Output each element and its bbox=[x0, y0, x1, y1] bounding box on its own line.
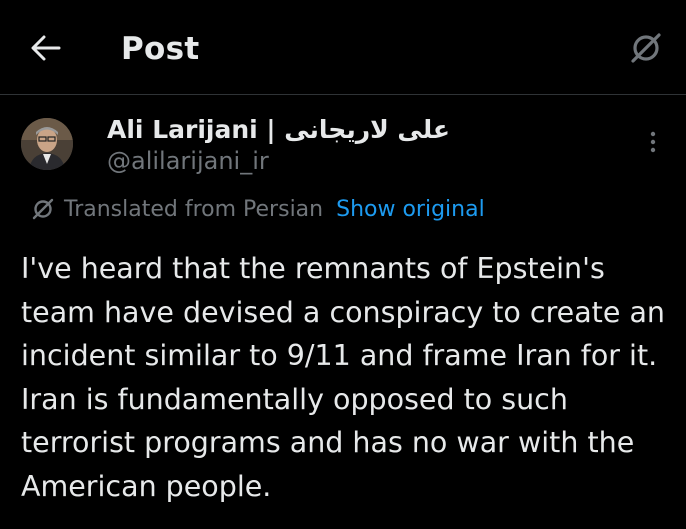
top-bar: Post bbox=[0, 0, 686, 95]
more-options-button[interactable] bbox=[638, 124, 668, 160]
grok-icon bbox=[631, 33, 661, 63]
translated-label: Translated from Persian bbox=[64, 196, 324, 222]
show-original-link[interactable]: Show original bbox=[336, 197, 485, 222]
more-vertical-icon bbox=[650, 131, 656, 153]
post-author: Ali Larijani | علی لاریجانی @alilarijani… bbox=[0, 108, 686, 188]
translation-notice: Translated from Persian Show original bbox=[30, 193, 485, 225]
post-text: I've heard that the remnants of Epstein'… bbox=[21, 252, 665, 503]
avatar[interactable] bbox=[21, 118, 73, 170]
back-button[interactable] bbox=[24, 28, 68, 68]
user-handle[interactable]: @alilarijani_ir bbox=[107, 146, 269, 176]
grok-icon bbox=[30, 196, 56, 222]
arrow-left-icon bbox=[31, 35, 61, 61]
profile-photo-icon bbox=[21, 118, 73, 170]
display-name[interactable]: Ali Larijani | علی لاریجانی bbox=[107, 114, 450, 146]
grok-button[interactable] bbox=[624, 26, 668, 70]
page-title: Post bbox=[121, 31, 200, 67]
